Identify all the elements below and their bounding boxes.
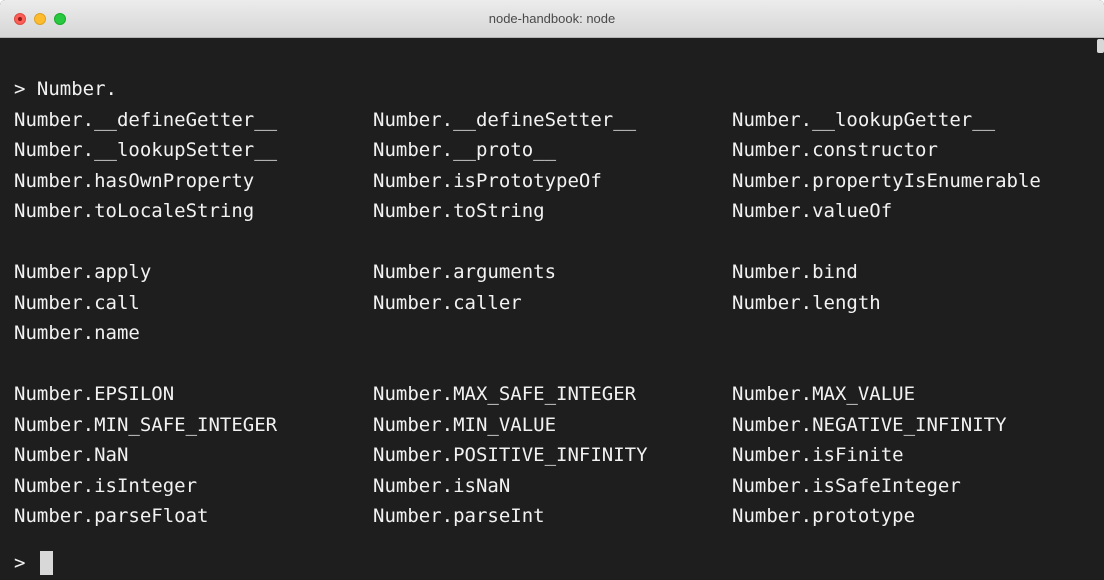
completion-item: Number.__proto__ bbox=[373, 139, 557, 161]
completion-item: Number.parseInt bbox=[373, 505, 545, 527]
completion-item: Number.valueOf bbox=[732, 200, 893, 222]
completion-item: Number.call bbox=[14, 291, 140, 314]
command-line: > Number. bbox=[14, 74, 117, 104]
completion-item: Number.MIN_SAFE_INTEGER bbox=[14, 413, 278, 436]
completion-item: Number.propertyIsEnumerable bbox=[732, 169, 1041, 192]
completion-item: Number.toString bbox=[373, 200, 545, 222]
completion-item: Number.MAX_SAFE_INTEGER bbox=[373, 383, 637, 405]
completion-item: Number.isInteger bbox=[14, 474, 198, 497]
completion-item: Number.arguments bbox=[373, 261, 557, 283]
completion-item: Number.NaN bbox=[14, 444, 129, 466]
prompt-symbol: > bbox=[14, 78, 26, 100]
completion-item: Number.caller bbox=[373, 291, 522, 314]
completion-item: Number.__lookupSetter__ bbox=[14, 139, 278, 161]
completion-item: Number.constructor bbox=[732, 139, 938, 161]
completion-item: Number.apply bbox=[14, 261, 152, 283]
completion-item: Number.__defineGetter__ bbox=[14, 108, 278, 131]
completion-item: Number.name bbox=[14, 322, 140, 344]
completion-item: Number.length bbox=[732, 291, 881, 314]
text-cursor bbox=[40, 551, 53, 575]
completion-item: Number.POSITIVE_INFINITY bbox=[373, 444, 648, 466]
window-title: node-handbook: node bbox=[488, 11, 616, 26]
completion-item: Number.toLocaleString bbox=[14, 200, 255, 222]
completion-item: Number.MAX_VALUE bbox=[732, 383, 916, 405]
current-prompt-line[interactable]: > bbox=[14, 548, 53, 578]
completion-item: Number.isPrototypeOf bbox=[373, 169, 602, 192]
scrollbar[interactable] bbox=[1097, 39, 1104, 53]
completion-item: Number.MIN_VALUE bbox=[373, 413, 557, 436]
completion-item: Number.isSafeInteger bbox=[732, 474, 961, 497]
completion-item: Number.__defineSetter__ bbox=[373, 108, 637, 131]
prompt-symbol: > bbox=[14, 552, 26, 574]
completion-item: Number.EPSILON bbox=[14, 383, 175, 405]
completion-item: Number.hasOwnProperty bbox=[14, 169, 255, 192]
completion-item: Number.prototype bbox=[732, 505, 916, 527]
terminal-output[interactable]: > Number. Number.__defineGetter__ Number.… bbox=[0, 39, 1104, 580]
completion-item: Number.NEGATIVE_INFINITY bbox=[732, 413, 1007, 436]
completion-item: Number.isFinite bbox=[732, 444, 904, 466]
completion-item: Number.__lookupGetter__ bbox=[732, 108, 996, 131]
title-bar: node-handbook: node bbox=[0, 0, 1104, 38]
completion-item: Number.parseFloat bbox=[14, 505, 209, 527]
completion-item: Number.isNaN bbox=[373, 474, 511, 497]
terminal-window: node-handbook: node > Number. Number.__d… bbox=[0, 0, 1104, 580]
command-input: Number. bbox=[36, 78, 117, 100]
completion-item: Number.bind bbox=[732, 261, 858, 283]
